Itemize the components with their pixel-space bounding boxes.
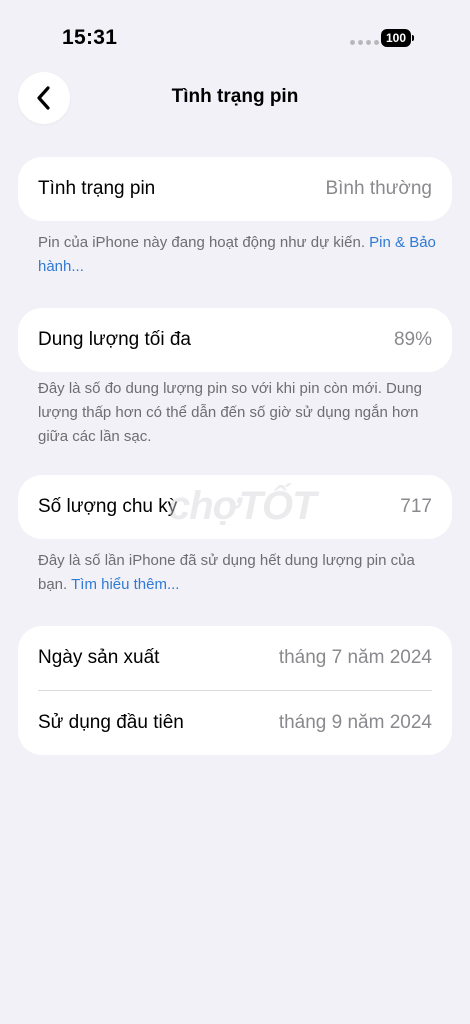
battery-health-value: Bình thường [325,178,432,199]
battery-health-row: Tình trạng pin Bình thường [18,157,452,221]
signal-icon [350,40,379,45]
max-capacity-footnote: Đây là số đo dung lượng pin so với khi p… [38,380,422,445]
cycle-count-label: Số lượng chu kỳ [38,496,178,517]
cycle-count-value: 717 [400,496,432,517]
learn-more-link[interactable]: Tìm hiểu thêm... [71,576,179,593]
battery-icon: 100 [381,29,414,47]
battery-health-label: Tình trạng pin [38,178,156,199]
manufacture-date-label: Ngày sản xuất [38,647,160,668]
max-capacity-value: 89% [393,329,432,350]
first-use-value: tháng 9 năm 2024 [278,712,432,733]
battery-health-footnote: Pin của iPhone này đang hoạt động như dự… [38,231,438,279]
manufacture-date-row: Ngày sản xuất tháng 7 năm 2024 [18,626,452,690]
max-capacity-card: Dung lượng tối đa 89% [18,308,452,372]
battery-level: 100 [385,31,407,45]
battery-health-footnote-text: Pin của iPhone này đang hoạt động như dự… [38,234,365,251]
status-bar: 15:31 100 [0,0,470,64]
first-use-row: Sử dụng đầu tiên tháng 9 năm 2024 [18,691,452,755]
cycle-count-footnote: Đây là số lần iPhone đã sử dụng hết dung… [38,549,438,597]
max-capacity-row: Dung lượng tối đa 89% [18,308,452,372]
dates-card: Ngày sản xuất tháng 7 năm 2024 Sử dụng đ… [18,626,452,755]
battery-health-card: Tình trạng pin Bình thường [18,157,452,221]
manufacture-date-value: tháng 7 năm 2024 [278,647,432,668]
max-capacity-label: Dung lượng tối đa [38,329,191,350]
status-time: 15:31 [62,26,118,49]
cycle-count-row: Số lượng chu kỳ 717 [18,475,452,539]
first-use-label: Sử dụng đầu tiên [38,712,184,733]
cycle-count-card: Số lượng chu kỳ 717 [18,475,452,539]
page-title: Tình trạng pin [171,86,299,107]
